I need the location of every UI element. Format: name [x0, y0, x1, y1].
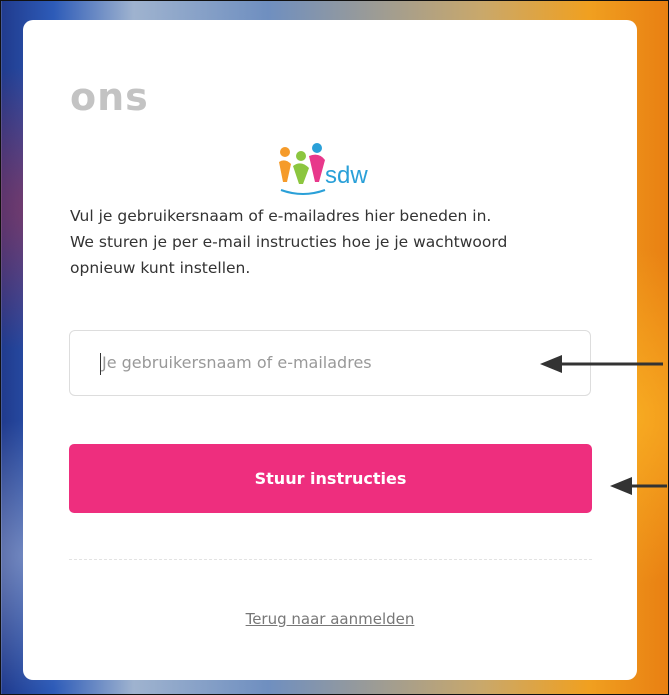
username-email-placeholder: Je gebruikersnaam of e-mailadres	[102, 353, 372, 372]
ons-logo: ons	[70, 75, 149, 119]
password-reset-card: ons sdw Vul je gebruikersnaam of e-maila…	[23, 20, 637, 680]
instructions-line: opnieuw kunt instellen.	[70, 259, 251, 277]
sdw-logo-text: sdw	[325, 162, 368, 189]
send-instructions-button[interactable]: Stuur instructies	[69, 444, 592, 513]
sdw-logo: sdw	[273, 138, 413, 208]
arrow-left-icon	[540, 355, 663, 373]
arrow-left-icon	[610, 477, 667, 495]
text-caret	[100, 353, 101, 375]
back-to-login-link[interactable]: Terug naar aanmelden	[23, 610, 637, 628]
instructions-line: We sturen je per e-mail instructies hoe …	[70, 233, 508, 251]
divider	[69, 559, 592, 560]
username-email-input[interactable]: Je gebruikersnaam of e-mailadres	[69, 330, 591, 396]
instructions-line: Vul je gebruikersnaam of e-mailadres hie…	[70, 207, 492, 225]
instructions-text: Vul je gebruikersnaam of e-mailadres hie…	[70, 203, 610, 281]
figures-icon	[279, 143, 326, 195]
